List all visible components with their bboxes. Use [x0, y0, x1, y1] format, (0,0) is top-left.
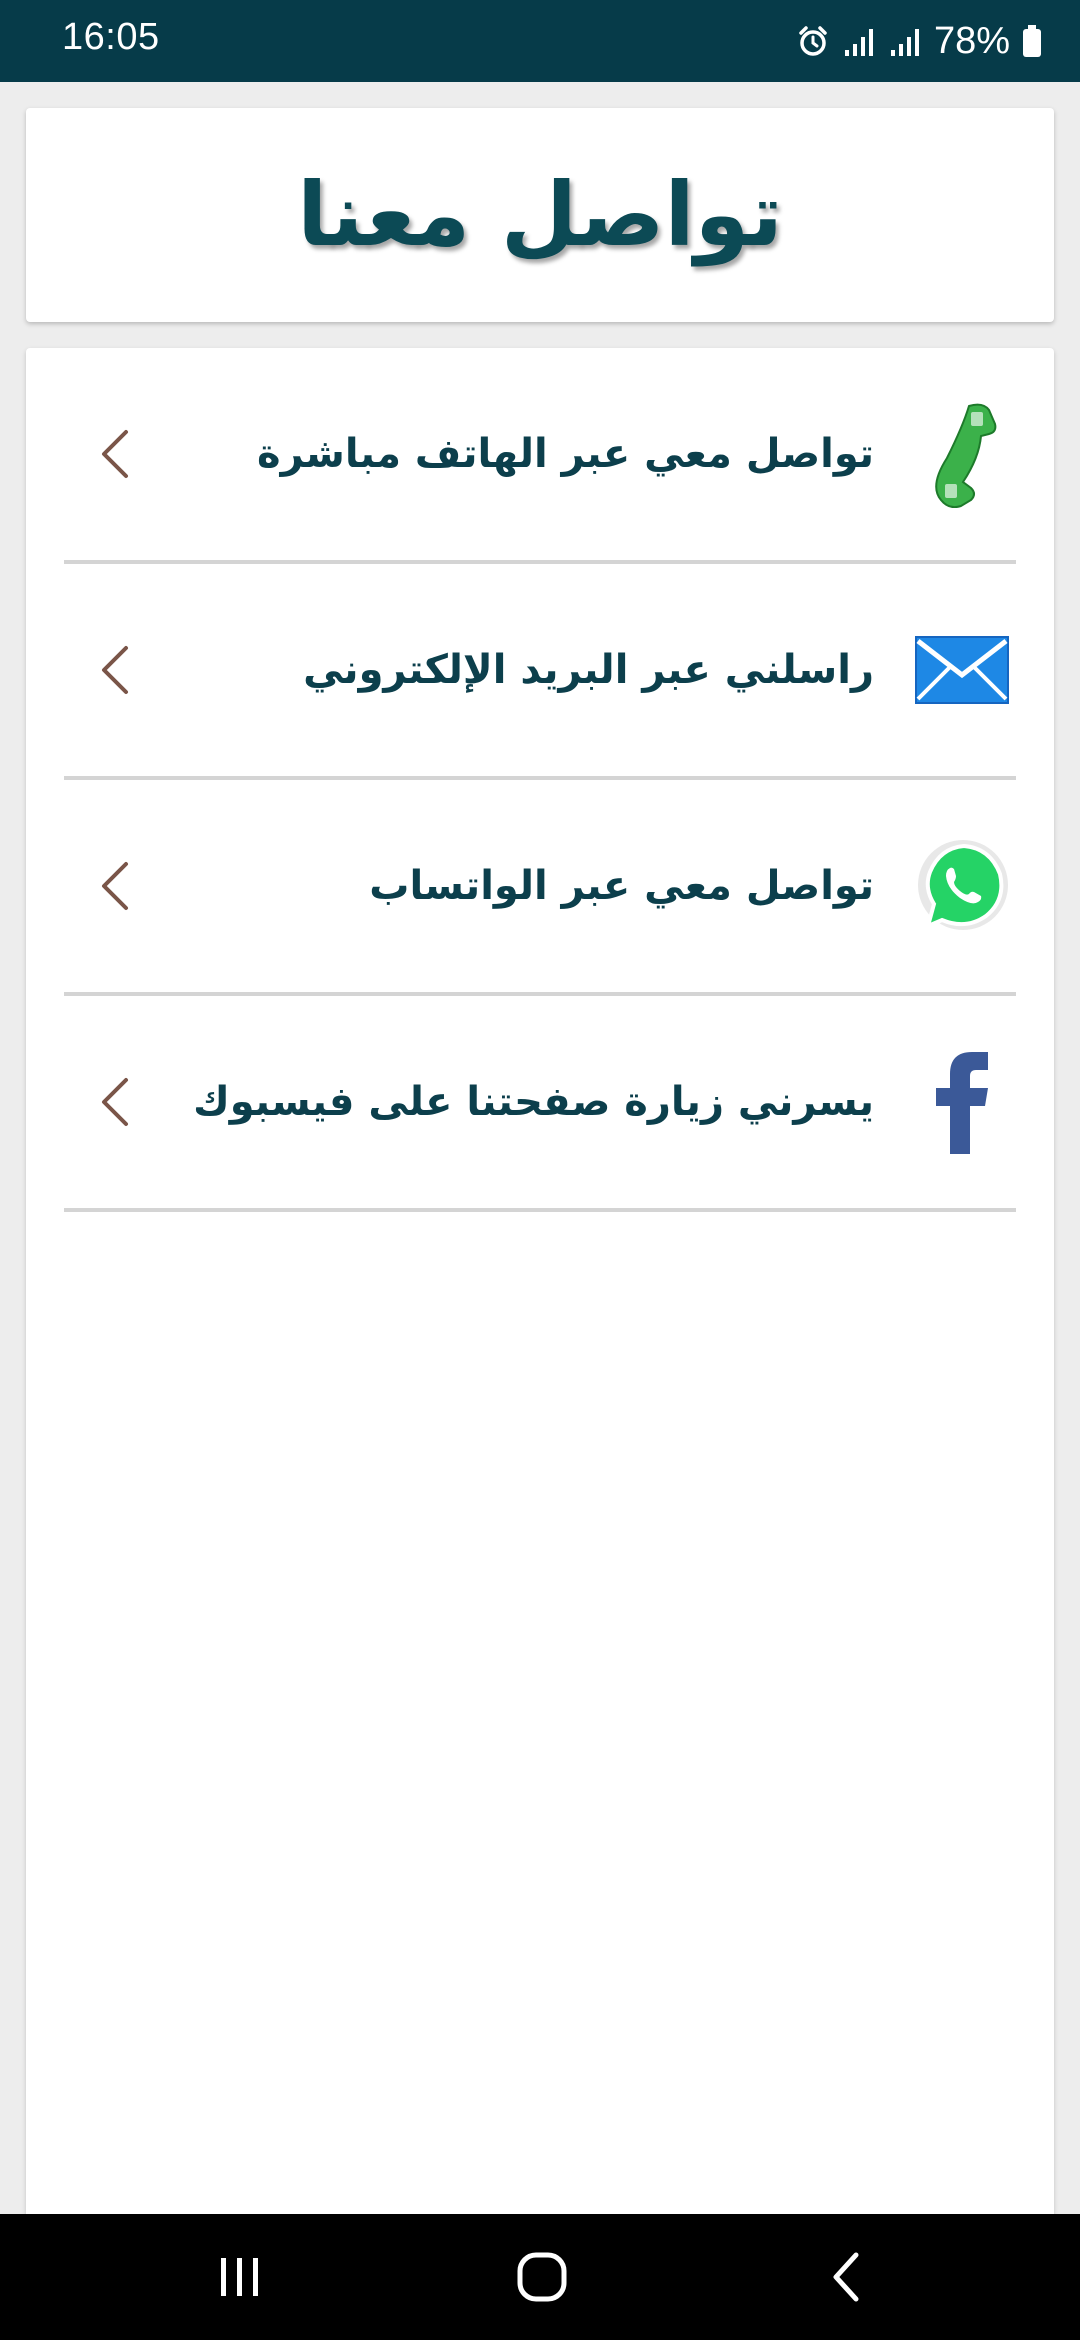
list-item-facebook[interactable]: يسرني زيارة صفحتنا على فيسبوك — [64, 996, 1016, 1212]
home-icon — [517, 2252, 567, 2302]
home-button[interactable] — [472, 2214, 612, 2340]
item-label: تواصل معي عبر الهاتف مباشرة — [257, 431, 874, 477]
battery-icon — [1022, 24, 1042, 58]
status-time: 16:05 — [62, 16, 160, 58]
chevron-left-icon — [102, 646, 128, 694]
contact-list-card: تواصل معي عبر الهاتف مباشرة راسلني عبر ا… — [26, 348, 1054, 2218]
recent-apps-button[interactable] — [170, 2214, 310, 2340]
status-bar: 16:05 78% — [0, 0, 1080, 82]
chevron-left-icon — [102, 862, 128, 910]
page-title: تواصل معنا — [297, 163, 783, 266]
chevron-left-icon — [102, 1078, 128, 1126]
item-label: راسلني عبر البريد الإلكتروني — [303, 647, 874, 693]
signal-icon — [888, 24, 922, 58]
alarm-icon — [796, 24, 830, 58]
list-item-email[interactable]: راسلني عبر البريد الإلكتروني — [64, 564, 1016, 780]
recent-apps-icon — [221, 2258, 258, 2296]
signal-icon — [842, 24, 876, 58]
header-card: تواصل معنا — [26, 108, 1054, 322]
phone-icon — [914, 400, 1010, 508]
item-label: تواصل معي عبر الواتساب — [369, 863, 874, 909]
status-icons: 78% — [796, 16, 1042, 66]
item-label: يسرني زيارة صفحتنا على فيسبوك — [193, 1079, 874, 1125]
list-item-phone[interactable]: تواصل معي عبر الهاتف مباشرة — [64, 348, 1016, 564]
whatsapp-icon — [914, 832, 1010, 940]
email-icon — [914, 616, 1010, 724]
facebook-icon — [914, 1048, 1010, 1156]
battery-percent: 78% — [933, 19, 1010, 62]
chevron-left-icon — [102, 430, 128, 478]
navigation-bar — [0, 2214, 1080, 2340]
list-item-whatsapp[interactable]: تواصل معي عبر الواتساب — [64, 780, 1016, 996]
contact-list: تواصل معي عبر الهاتف مباشرة راسلني عبر ا… — [64, 348, 1016, 1212]
back-button[interactable] — [776, 2214, 916, 2340]
back-icon — [833, 2252, 859, 2302]
